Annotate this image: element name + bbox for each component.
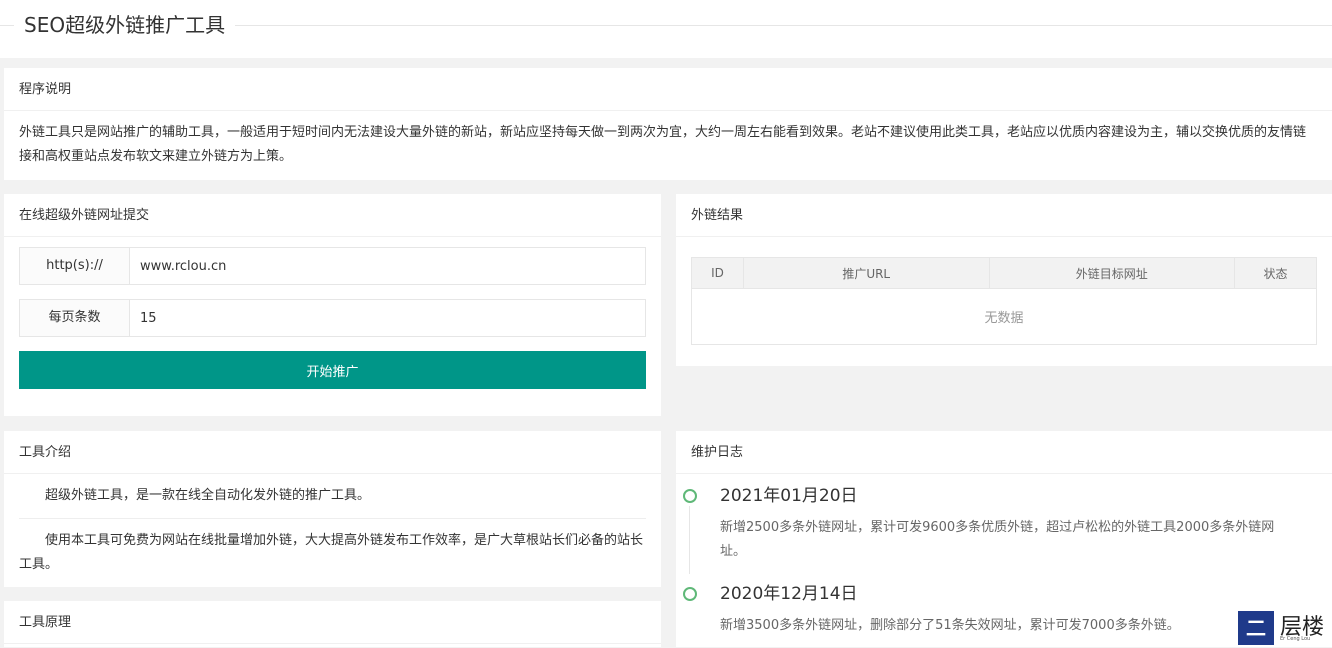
intro-card: 程序说明 外链工具只是网站推广的辅助工具，一般适用于短时间内无法建设大量外链的新…	[4, 68, 1332, 180]
tool-intro-card: 工具介绍 超级外链工具，是一款在线全自动化发外链的推广工具。 使用本工具可免费为…	[4, 431, 661, 587]
principle-title: 工具原理	[4, 601, 661, 644]
timeline-line	[689, 506, 690, 574]
result-table: ID 推广URL 外链目标网址 状态 无数据	[691, 257, 1317, 345]
result-table-header: ID 推广URL 外链目标网址 状态	[691, 257, 1317, 289]
intro-text: 外链工具只是网站推广的辅助工具，一般适用于短时间内无法建设大量外链的新站，新站应…	[19, 125, 1307, 164]
changelog-entry: 2021年01月20日 新增2500多条外链网址，累计可发9600多条优质外链，…	[683, 476, 1317, 574]
result-card-title: 外链结果	[676, 194, 1332, 237]
changelog-title: 维护日志	[676, 431, 1332, 474]
column-header[interactable]: ID	[691, 257, 744, 289]
logo-subtitle: Er Ceng Lou	[1280, 636, 1311, 642]
page-header: SEO超级外链推广工具	[0, 0, 1332, 58]
changelog-text: 新增2500多条外链网址，累计可发9600多条优质外链，超过卢松松的外链工具20…	[720, 520, 1275, 559]
changelog-date: 2020年12月14日	[720, 584, 858, 604]
url-input[interactable]	[130, 248, 645, 284]
timeline-dot-icon	[683, 489, 697, 503]
tool-intro-item: 超级外链工具，是一款在线全自动化发外链的推广工具。	[45, 488, 371, 503]
tool-intro-item: 使用本工具可免费为网站在线批量增加外链，大大提高外链发布工作效率，是广大草根站长…	[19, 518, 646, 587]
changelog-date: 2021年01月20日	[720, 486, 858, 506]
url-field: http(s)://	[19, 247, 646, 285]
changelog-timeline: 2021年01月20日 新增2500多条外链网址，累计可发9600多条优质外链，…	[676, 474, 1332, 648]
submit-card-title: 在线超级外链网址提交	[4, 194, 661, 237]
site-logo: 二 层楼 Er Ceng Lou	[1238, 608, 1332, 647]
empty-message: 无数据	[691, 288, 1317, 345]
page-title: SEO超级外链推广工具	[14, 10, 236, 40]
changelog-card: 维护日志 2021年01月20日 新增2500多条外链网址，累计可发9600多条…	[676, 431, 1332, 647]
table-row: 无数据	[691, 288, 1317, 345]
count-field: 每页条数	[19, 299, 646, 337]
timeline-dot-icon	[683, 587, 697, 601]
changelog-text: 新增3500多条外链网址，删除部分了51条失效网址，累计可发7000多条外链。	[720, 618, 1180, 633]
changelog-entry: 2020年12月14日 新增3500多条外链网址，删除部分了51条失效网址，累计…	[683, 574, 1317, 638]
intro-card-title: 程序说明	[4, 68, 1332, 111]
submit-card: 在线超级外链网址提交 http(s):// 每页条数 开始推广	[4, 194, 661, 416]
tool-intro-title: 工具介绍	[4, 431, 661, 474]
column-header[interactable]: 状态	[1234, 257, 1317, 289]
start-promotion-button[interactable]: 开始推广	[19, 351, 646, 389]
count-input[interactable]	[130, 300, 645, 336]
logo-mark: 二	[1238, 610, 1274, 645]
column-header[interactable]: 推广URL	[742, 257, 990, 289]
count-label: 每页条数	[20, 300, 130, 336]
column-header[interactable]: 外链目标网址	[988, 257, 1236, 289]
principle-card: 工具原理	[4, 601, 661, 647]
url-label: http(s)://	[20, 248, 130, 284]
result-card: 外链结果 ID 推广URL 外链目标网址 状态 无数据	[676, 194, 1332, 366]
